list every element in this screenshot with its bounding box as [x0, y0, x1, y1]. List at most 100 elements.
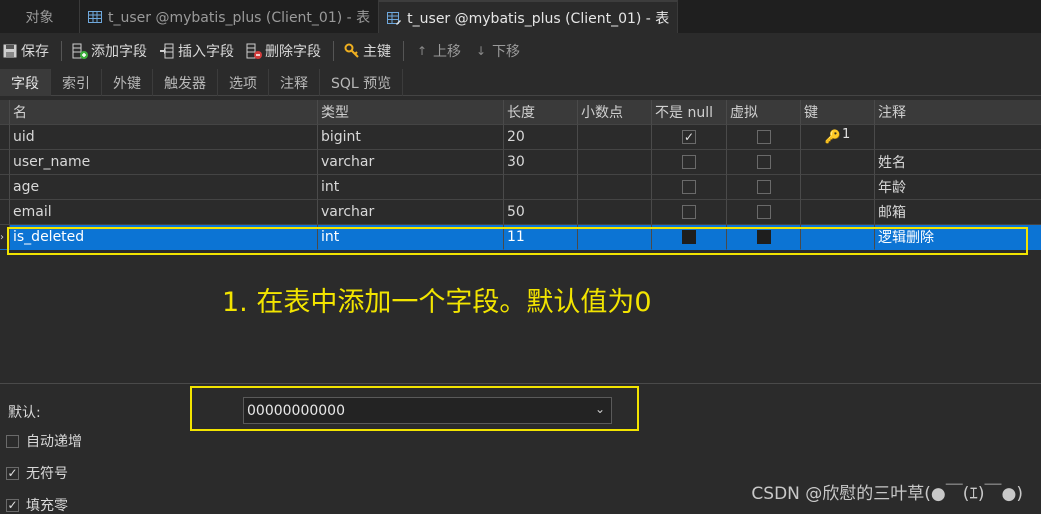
not-null-checkbox[interactable] [682, 155, 696, 169]
zerofill-option[interactable]: ✓ 填充零 [6, 495, 68, 514]
field-length-cell[interactable]: 20 [504, 125, 578, 150]
field-decimals-cell[interactable] [578, 200, 652, 225]
field-comment-cell[interactable]: 年龄 [875, 175, 1041, 200]
toolbar: 保存 添加字段 插入字段 删除字段 主键 ↑ 上移 ↓ 下移 [0, 33, 1041, 69]
field-comment-cell[interactable] [875, 125, 1041, 150]
tab-table-2-label: t_user @mybatis_plus (Client_01) - 表 [407, 10, 670, 27]
field-comment-cell[interactable]: 邮箱 [875, 200, 1041, 225]
move-down-button[interactable]: ↓ 下移 [473, 41, 520, 61]
add-field-button[interactable]: 添加字段 [72, 41, 147, 61]
key-cell[interactable] [801, 150, 875, 175]
key-cell[interactable] [801, 200, 875, 225]
key-cell[interactable]: 🔑 1 [801, 125, 875, 150]
header-not-null[interactable]: 不是 null [652, 100, 727, 125]
not-null-checkbox[interactable] [682, 230, 696, 244]
unsigned-checkbox[interactable]: ✓ [6, 466, 19, 480]
field-length-cell[interactable]: 11 [504, 225, 578, 250]
move-down-label: 下移 [492, 44, 520, 60]
not-null-checkbox[interactable] [682, 205, 696, 219]
primary-key-label: 主键 [363, 44, 391, 60]
key-cell[interactable] [801, 225, 875, 250]
insert-field-button[interactable]: 插入字段 [159, 41, 234, 61]
field-type-cell[interactable]: bigint [318, 125, 504, 150]
key-cell[interactable] [801, 175, 875, 200]
field-name-cell[interactable]: email [10, 200, 318, 225]
virtual-checkbox[interactable] [756, 205, 771, 219]
field-type-cell[interactable]: varchar [318, 150, 504, 175]
chevron-down-icon[interactable]: ⌄ [595, 402, 605, 416]
not-null-checkbox[interactable]: ✓ [682, 130, 696, 144]
field-length-cell[interactable]: 30 [504, 150, 578, 175]
default-value-combobox[interactable]: 00000000000 ⌄ [243, 397, 612, 424]
header-comment[interactable]: 注释 [875, 100, 1041, 125]
zerofill-checkbox[interactable]: ✓ [6, 498, 19, 512]
field-comment-cell[interactable]: 逻辑删除 [875, 225, 1041, 250]
virtual-checkbox[interactable] [756, 230, 771, 244]
header-virtual[interactable]: 虚拟 [727, 100, 801, 125]
table-icon [88, 10, 102, 23]
primary-key-icon: 🔑 [824, 129, 841, 145]
move-up-button[interactable]: ↑ 上移 [414, 41, 461, 61]
zerofill-label: 填充零 [26, 498, 68, 514]
move-up-label: 上移 [433, 44, 461, 60]
field-decimals-cell[interactable] [578, 150, 652, 175]
not-null-checkbox[interactable] [682, 180, 696, 194]
key-icon [344, 43, 359, 58]
tab-comment[interactable]: 注释 [269, 69, 320, 96]
field-name-cell[interactable]: uid [10, 125, 318, 150]
header-key[interactable]: 键 [801, 100, 875, 125]
tab-fields[interactable]: 字段 [0, 69, 51, 96]
table-row[interactable]: uid bigint 20 ✓ 🔑 1 [0, 125, 1041, 150]
row-marker [0, 150, 10, 175]
add-field-icon [72, 43, 88, 59]
row-marker [0, 175, 10, 200]
unsigned-option[interactable]: ✓ 无符号 [6, 463, 68, 483]
table-design-icon [387, 11, 402, 25]
header-length[interactable]: 长度 [504, 100, 578, 125]
save-button[interactable]: 保存 [2, 41, 49, 61]
tab-table-2[interactable]: t_user @mybatis_plus (Client_01) - 表 [379, 0, 679, 33]
field-decimals-cell[interactable] [578, 175, 652, 200]
delete-field-icon [246, 43, 262, 59]
auto-increment-checkbox[interactable] [6, 434, 19, 448]
field-decimals-cell[interactable] [578, 225, 652, 250]
tab-table-1[interactable]: t_user @mybatis_plus (Client_01) - 表 [80, 0, 380, 33]
field-comment-cell[interactable]: 姓名 [875, 150, 1041, 175]
field-type-cell[interactable]: varchar [318, 200, 504, 225]
field-type-cell[interactable]: int [318, 225, 504, 250]
table-row-selected[interactable]: › is_deleted int 11 逻辑删除 [0, 225, 1041, 250]
virtual-checkbox[interactable] [756, 155, 771, 169]
field-name-cell[interactable]: user_name [10, 150, 318, 175]
default-value-text: 00000000000 [247, 402, 345, 419]
header-decimals[interactable]: 小数点 [578, 100, 652, 125]
tab-indexes[interactable]: 索引 [51, 69, 102, 96]
tab-options[interactable]: 选项 [218, 69, 269, 96]
virtual-checkbox[interactable] [756, 180, 771, 194]
header-name[interactable]: 名 [10, 100, 318, 125]
tab-objects[interactable]: 对象 [0, 0, 80, 33]
virtual-checkbox[interactable] [756, 130, 771, 144]
auto-increment-option[interactable]: 自动递增 [6, 431, 82, 451]
panel-divider[interactable] [0, 383, 1041, 384]
tab-triggers[interactable]: 触发器 [153, 69, 218, 96]
field-name-cell[interactable]: age [10, 175, 318, 200]
add-field-label: 添加字段 [91, 44, 147, 60]
field-length-cell[interactable]: 50 [504, 200, 578, 225]
field-length-cell[interactable] [504, 175, 578, 200]
field-type-cell[interactable]: int [318, 175, 504, 200]
header-type[interactable]: 类型 [318, 100, 504, 125]
field-name-cell[interactable]: is_deleted [10, 225, 318, 250]
table-row[interactable]: user_name varchar 30 姓名 [0, 150, 1041, 175]
toolbar-separator [61, 41, 62, 61]
table-row[interactable]: email varchar 50 邮箱 [0, 200, 1041, 225]
annotation-text: 1. 在表中添加一个字段。默认值为0 [222, 287, 652, 318]
tab-sql-preview[interactable]: SQL 预览 [320, 69, 404, 96]
primary-key-button[interactable]: 主键 [344, 41, 391, 61]
table-row[interactable]: age int 年龄 [0, 175, 1041, 200]
auto-increment-label: 自动递增 [26, 434, 82, 450]
delete-field-button[interactable]: 删除字段 [246, 41, 321, 61]
grid-header: 名 类型 长度 小数点 不是 null 虚拟 键 注释 [0, 100, 1041, 125]
not-null-cell [652, 225, 727, 250]
field-decimals-cell[interactable] [578, 125, 652, 150]
tab-foreign-keys[interactable]: 外键 [102, 69, 153, 96]
